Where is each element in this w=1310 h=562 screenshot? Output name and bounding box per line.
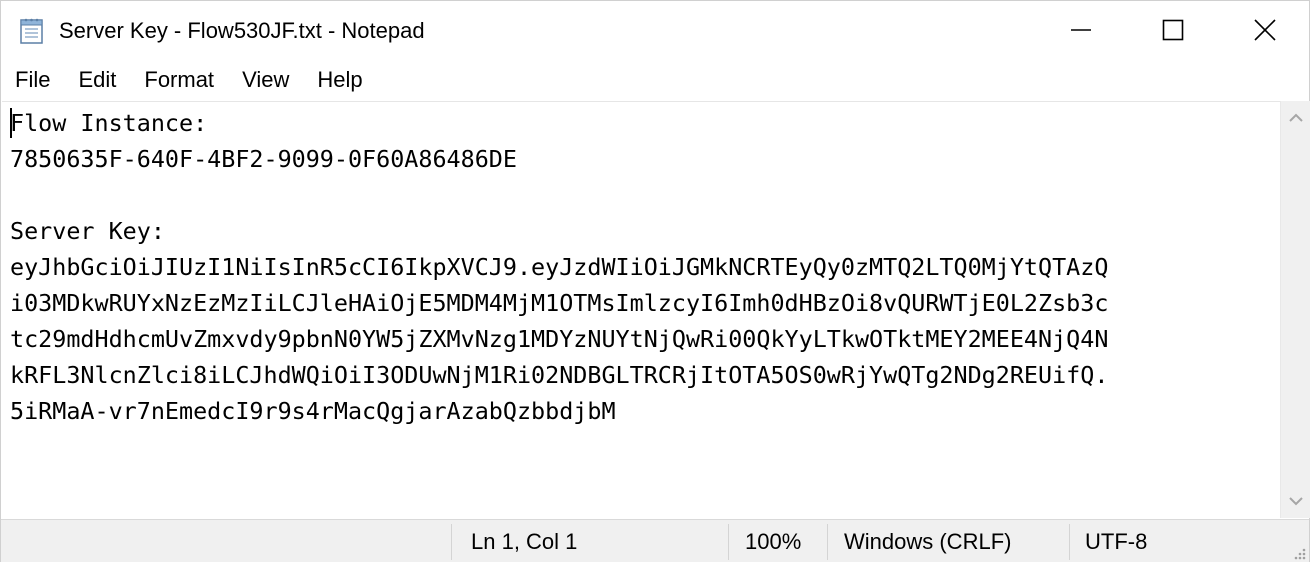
status-divider xyxy=(728,524,729,560)
scroll-down-button[interactable] xyxy=(1281,484,1310,518)
menu-bar: File Edit Format View Help xyxy=(1,61,1309,99)
status-zoom: 100% xyxy=(745,529,802,554)
maximize-button[interactable] xyxy=(1127,1,1219,59)
menu-help[interactable]: Help xyxy=(303,61,376,99)
vertical-scrollbar[interactable] xyxy=(1280,101,1310,518)
chevron-up-icon xyxy=(1289,113,1303,122)
window-title: Server Key - Flow530JF.txt - Notepad xyxy=(59,18,425,43)
title-bar[interactable]: Server Key - Flow530JF.txt - Notepad xyxy=(1,1,1309,59)
editor-content[interactable]: Flow Instance: 7850635F-640F-4BF2-9099-0… xyxy=(10,105,1108,429)
chevron-down-icon xyxy=(1289,497,1303,506)
status-divider xyxy=(827,524,828,560)
text-caret xyxy=(10,108,12,138)
maximize-icon xyxy=(1162,19,1184,41)
menu-file[interactable]: File xyxy=(1,61,64,99)
notepad-window: Server Key - Flow530JF.txt - Notepad Fil… xyxy=(0,0,1310,562)
status-divider xyxy=(451,524,452,560)
menu-format[interactable]: Format xyxy=(130,61,228,99)
text-editor[interactable]: Flow Instance: 7850635F-640F-4BF2-9099-0… xyxy=(2,101,1280,519)
minimize-icon xyxy=(1071,29,1091,31)
status-line-ending: Windows (CRLF) xyxy=(844,529,1012,554)
close-button[interactable] xyxy=(1219,1,1310,59)
menu-view[interactable]: View xyxy=(228,61,303,99)
close-icon xyxy=(1254,19,1276,41)
menu-edit[interactable]: Edit xyxy=(64,61,130,99)
status-bar: Ln 1, Col 1 100% Windows (CRLF) UTF-8 xyxy=(1,519,1309,562)
scroll-up-button[interactable] xyxy=(1281,101,1310,135)
resize-grip-icon[interactable] xyxy=(1291,545,1307,561)
status-encoding: UTF-8 xyxy=(1085,529,1148,554)
status-divider xyxy=(1069,524,1070,560)
status-cursor-position: Ln 1, Col 1 xyxy=(471,529,578,554)
minimize-button[interactable] xyxy=(1035,1,1127,59)
notepad-icon xyxy=(20,18,43,44)
